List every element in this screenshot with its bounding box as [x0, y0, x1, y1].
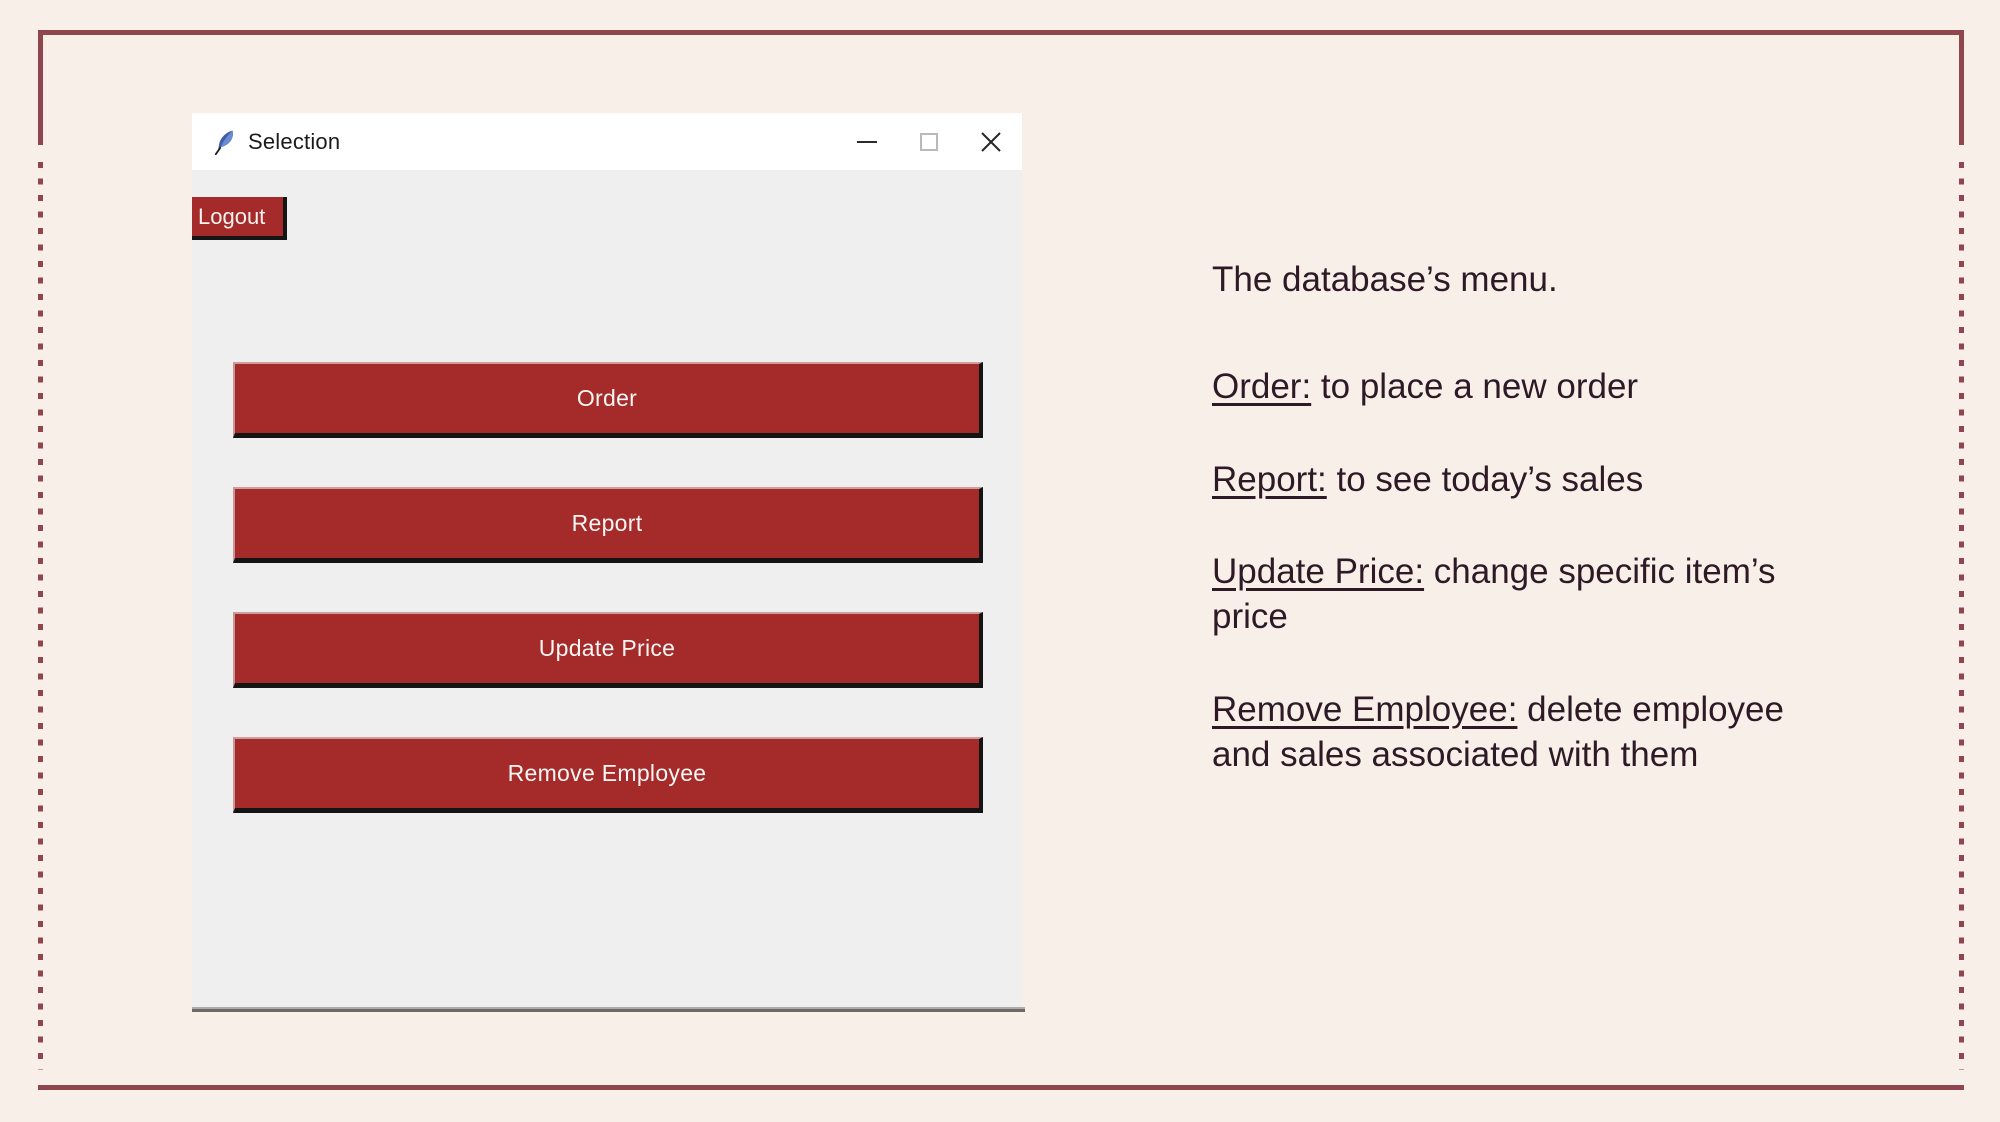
- slide-frame-bottom-border: [38, 1085, 1964, 1090]
- annotation-update-price-term: Update Price:: [1212, 552, 1425, 592]
- report-button[interactable]: Report: [233, 487, 983, 563]
- order-button[interactable]: Order: [233, 362, 983, 438]
- annotation-remove-employee-term: Remove Employee:: [1212, 689, 1518, 729]
- annotation-order: Order: to place a new order: [1212, 365, 1822, 410]
- annotation-report-desc: to see today’s sales: [1326, 459, 1644, 499]
- close-button[interactable]: [960, 113, 1022, 170]
- feather-quill-icon: [214, 130, 233, 155]
- window-bottom-edge: [192, 1007, 1025, 1012]
- slide-frame-top-border: [38, 30, 1964, 35]
- slide-frame-left-border-solid: [38, 30, 43, 145]
- maximize-icon: [920, 132, 938, 151]
- minimize-icon: [857, 140, 877, 143]
- annotation-order-term: Order:: [1212, 366, 1312, 406]
- selection-window: Selection Logout Order Report Update Pri…: [192, 113, 1025, 1012]
- annotation-remove-employee: Remove Employee: delete employee and sal…: [1212, 688, 1822, 778]
- window-titlebar[interactable]: Selection: [192, 113, 1022, 170]
- window-controls: [836, 113, 1022, 170]
- slide-frame-left-border-dotted: [38, 162, 43, 1070]
- window-content: Logout Order Report Update Price Remove …: [192, 170, 1025, 1012]
- slide-frame-right-border-solid: [1959, 30, 1964, 145]
- annotation-report-term: Report:: [1212, 459, 1327, 499]
- minimize-button[interactable]: [836, 113, 898, 170]
- window-title: Selection: [248, 128, 341, 154]
- annotation-intro: The database’s menu.: [1212, 260, 1558, 299]
- slide-frame-right-border-dotted: [1959, 162, 1964, 1070]
- remove-employee-button[interactable]: Remove Employee: [233, 737, 983, 813]
- annotation-report: Report: to see today’s sales: [1212, 458, 1822, 503]
- annotation-panel: The database’s menu. Order: to place a n…: [1212, 258, 1822, 778]
- logout-button[interactable]: Logout: [192, 197, 287, 240]
- update-price-button[interactable]: Update Price: [233, 612, 983, 688]
- maximize-button[interactable]: [898, 113, 960, 170]
- annotation-order-desc: to place a new order: [1311, 366, 1639, 406]
- close-icon: [981, 131, 1001, 152]
- annotation-update-price: Update Price: change specific item’s pri…: [1212, 550, 1822, 640]
